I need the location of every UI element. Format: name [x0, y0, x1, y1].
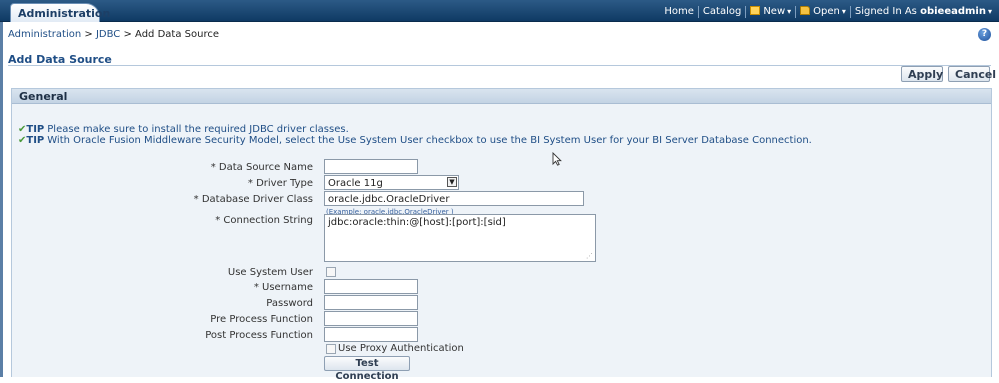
global-links: Home Catalog New ▾ Open ▾ Signed In As obi…: [660, 4, 996, 19]
tip-message: ✔TIP With Oracle Fusion Middleware Securi…: [18, 135, 812, 146]
connection-string-textarea[interactable]: jdbc:oracle:thin:@[host]:[port]:[sid] ⋰: [324, 214, 596, 262]
driver-type-label: * Driver Type: [247, 178, 313, 189]
catalog-link[interactable]: Catalog: [699, 6, 745, 17]
breadcrumb: Administration > JDBC > Add Data Source: [8, 29, 219, 40]
left-frame-strip: [0, 22, 3, 377]
breadcrumb-administration[interactable]: Administration: [8, 29, 81, 40]
home-link[interactable]: Home: [660, 6, 698, 17]
open-menu-label: Open: [813, 6, 840, 17]
open-menu[interactable]: Open ▾: [796, 6, 850, 17]
dropdown-arrow-icon[interactable]: ▼: [447, 177, 457, 187]
username-input[interactable]: [324, 279, 418, 294]
test-connection-button[interactable]: Test Connection: [324, 356, 410, 382]
chevron-down-icon: ▾: [787, 7, 792, 16]
general-panel: General ✔TIP Please make sure to install …: [11, 88, 992, 382]
apply-button[interactable]: Apply: [901, 66, 943, 82]
username-label: * Username: [253, 282, 313, 293]
breadcrumb-jdbc[interactable]: JDBC: [96, 29, 120, 40]
connection-string-value: jdbc:oracle:thin:@[host]:[port]:[sid]: [328, 217, 506, 228]
password-input[interactable]: [324, 295, 418, 310]
tip-message: ✔TIP Please make sure to install the requ…: [18, 124, 349, 135]
mouse-cursor-icon: [552, 152, 562, 166]
breadcrumb-current: Add Data Source: [135, 29, 219, 40]
use-proxy-authentication-checkbox[interactable]: [326, 344, 336, 354]
administration-tab[interactable]: Administration: [10, 3, 110, 22]
data-source-name-label: * Data Source Name: [210, 162, 313, 173]
tip-text: With Oracle Fusion Middleware Security M…: [47, 135, 812, 146]
chevron-down-icon: ▾: [841, 7, 846, 16]
connection-string-label: * Connection String: [215, 215, 313, 226]
resize-grip-icon[interactable]: ⋰: [586, 252, 593, 260]
password-label: Password: [266, 298, 313, 309]
user-menu[interactable]: Signed In As obieeadmin ▾: [851, 6, 996, 17]
global-header: Administration Home Catalog New ▾ Open ▾ S…: [0, 0, 999, 22]
driver-type-select[interactable]: Oracle 11g ▼: [324, 175, 459, 190]
use-proxy-authentication-label: Use Proxy Authentication: [338, 343, 464, 354]
breadcrumb-separator: >: [123, 29, 132, 40]
page-title: Add Data Source: [8, 53, 991, 66]
signed-in-as-label: Signed In As: [854, 6, 917, 17]
chevron-down-icon: ▾: [987, 7, 992, 16]
new-menu-label: New: [763, 6, 786, 17]
cancel-button[interactable]: Cancel: [948, 66, 996, 82]
database-driver-class-label: * Database Driver Class: [193, 194, 313, 205]
use-system-user-label: Use System User: [227, 267, 313, 278]
tip-text: Please make sure to install the required…: [47, 124, 349, 135]
new-document-icon: [750, 6, 761, 15]
breadcrumb-separator: >: [84, 29, 93, 40]
tip-label: TIP: [26, 124, 45, 135]
post-process-function-input[interactable]: [324, 327, 418, 342]
post-process-function-label: Post Process Function: [205, 330, 313, 341]
help-icon[interactable]: ?: [978, 28, 991, 41]
database-driver-class-input[interactable]: oracle.jdbc.OracleDriver: [324, 191, 584, 206]
driver-type-value: Oracle 11g: [328, 178, 383, 189]
tip-label: TIP: [26, 135, 45, 146]
user-name: obieeadmin: [920, 6, 986, 17]
panel-header: General: [12, 89, 991, 104]
pre-process-function-label: Pre Process Function: [210, 314, 313, 325]
pre-process-function-input[interactable]: [324, 311, 418, 326]
data-source-name-input[interactable]: [324, 159, 418, 174]
folder-icon: [800, 6, 811, 15]
new-menu[interactable]: New ▾: [746, 6, 795, 17]
use-system-user-checkbox[interactable]: [326, 267, 336, 277]
